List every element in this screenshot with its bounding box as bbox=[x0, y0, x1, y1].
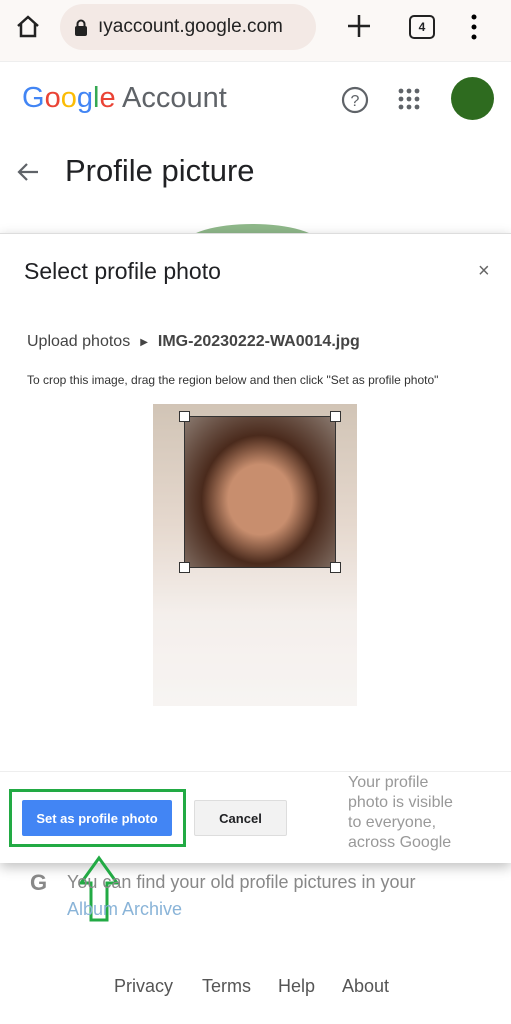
crop-handle-top-left[interactable] bbox=[179, 411, 190, 422]
crop-region[interactable] bbox=[179, 411, 341, 573]
crop-handle-bottom-left[interactable] bbox=[179, 562, 190, 573]
album-archive-link[interactable]: Album Archive bbox=[67, 899, 182, 919]
album-archive-note: You can find your old profile pictures i… bbox=[67, 869, 427, 923]
footer-about[interactable]: About bbox=[342, 976, 389, 997]
breadcrumb-upload[interactable]: Upload photos bbox=[27, 333, 130, 351]
album-text: You can find your old profile pictures i… bbox=[67, 872, 416, 892]
help-icon[interactable]: ? bbox=[341, 86, 369, 114]
dialog-title: Select profile photo bbox=[24, 258, 221, 284]
lock-icon bbox=[75, 19, 87, 36]
footer-help[interactable]: Help bbox=[278, 976, 315, 997]
uploaded-photo bbox=[153, 404, 357, 706]
crop-handle-bottom-right[interactable] bbox=[330, 562, 341, 573]
page-title: Profile picture bbox=[65, 153, 255, 188]
more-vert-icon[interactable] bbox=[470, 14, 478, 40]
highlight-box bbox=[9, 789, 186, 847]
google-logo: Google bbox=[22, 82, 116, 114]
back-arrow-icon[interactable] bbox=[17, 162, 39, 182]
logo-letter: g bbox=[76, 82, 93, 114]
google-g-icon: G bbox=[30, 870, 48, 895]
avatar[interactable] bbox=[451, 77, 494, 120]
crop-handle-top-right[interactable] bbox=[330, 411, 341, 422]
chevron-right-icon: ▶ bbox=[140, 336, 148, 348]
svg-text:?: ? bbox=[351, 93, 360, 110]
cancel-button[interactable]: Cancel bbox=[194, 800, 287, 836]
visibility-note: Your profile photo is visible to everyon… bbox=[348, 774, 453, 851]
logo-letter: o bbox=[44, 82, 61, 114]
apps-grid-icon[interactable] bbox=[398, 88, 420, 110]
account-label: Account bbox=[122, 82, 227, 114]
url-text: ıyaccount.google.com bbox=[98, 16, 283, 37]
logo-letter: G bbox=[22, 82, 45, 114]
crop-instructions: To crop this image, drag the region belo… bbox=[27, 373, 439, 387]
home-icon[interactable] bbox=[15, 14, 41, 38]
divider bbox=[0, 771, 511, 772]
footer-terms[interactable]: Terms bbox=[202, 976, 251, 997]
browser-toolbar: ıyaccount.google.com 4 bbox=[0, 0, 511, 62]
url-bar[interactable]: ıyaccount.google.com bbox=[60, 4, 316, 50]
plus-icon[interactable] bbox=[347, 14, 371, 38]
close-icon[interactable]: × bbox=[478, 260, 490, 283]
logo-letter: e bbox=[99, 82, 116, 114]
tabs-button[interactable]: 4 bbox=[409, 15, 435, 39]
logo-letter: o bbox=[60, 82, 77, 114]
breadcrumb: Upload photos ▶ IMG-20230222-WA0014.jpg bbox=[27, 333, 360, 351]
breadcrumb-file: IMG-20230222-WA0014.jpg bbox=[157, 333, 360, 350]
google-account-logo[interactable]: Google Account bbox=[22, 82, 227, 115]
footer-privacy[interactable]: Privacy bbox=[114, 976, 173, 997]
